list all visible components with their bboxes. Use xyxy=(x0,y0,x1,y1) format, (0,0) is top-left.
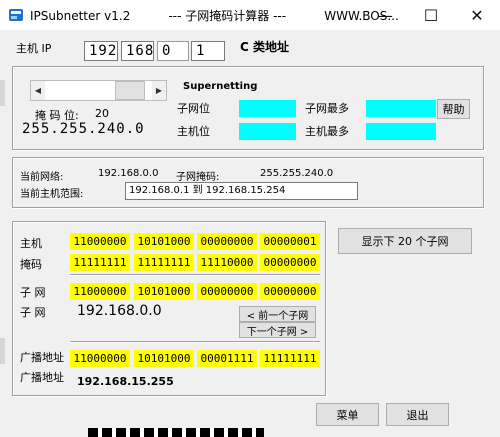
max-hosts-label: 主机最多 xyxy=(305,125,349,138)
host-binary-label: 主机 xyxy=(20,237,42,250)
subnet-mask-display: 255.255.240.0 xyxy=(22,121,145,137)
show-next-subnets-button[interactable]: 显示下 20 个子网 xyxy=(338,228,472,254)
slider-thumb[interactable] xyxy=(115,81,145,100)
max-subnets-field xyxy=(366,100,436,117)
broadcast-bits-octet-2: 10101000 xyxy=(134,350,194,367)
address-class-label: C 类地址 xyxy=(240,40,289,54)
subnet-bits-octet-3: 00000000 xyxy=(197,283,257,300)
mask-bits-octet-1: 11111111 xyxy=(70,254,130,271)
prev-subnet-button[interactable]: < 前一个子网 xyxy=(239,306,316,322)
host-range-field[interactable]: 192.168.0.1 到 192.168.15.254 xyxy=(125,182,358,200)
exit-button[interactable]: 退出 xyxy=(386,403,449,426)
background-window-edge xyxy=(0,338,5,364)
scroll-left-icon[interactable]: ◀ xyxy=(31,81,45,100)
ip-octet-2[interactable]: 168 xyxy=(121,41,154,61)
mask-bits-slider[interactable]: ◀ ▶ xyxy=(30,80,167,101)
subnet-address-label: 子 网 xyxy=(20,306,46,319)
title-bar: IPSubnetter v1.2 --- 子网掩码计算器 --- WWW.BOS… xyxy=(0,0,500,30)
supernetting-header: Supernetting xyxy=(183,81,258,92)
mask-bits-octet-3: 11110000 xyxy=(197,254,257,271)
minimize-icon[interactable]: — xyxy=(362,0,408,30)
current-network-label: 当前网络: xyxy=(20,172,64,183)
scroll-right-icon[interactable]: ▶ xyxy=(152,81,166,100)
broadcast-bits-octet-3: 00001111 xyxy=(197,350,257,367)
maximize-icon[interactable]: ☐ xyxy=(408,0,454,30)
current-network-value: 192.168.0.0 xyxy=(98,168,159,179)
subnet-bits-octet-1: 11000000 xyxy=(70,283,130,300)
app-icon xyxy=(9,9,23,21)
broadcast-bits-octet-4: 11111111 xyxy=(260,350,320,367)
menu-button[interactable]: 菜单 xyxy=(316,403,379,426)
separator xyxy=(70,341,320,343)
window-title: IPSubnetter v1.2 --- 子网掩码计算器 --- WWW.BOS… xyxy=(30,9,399,23)
host-range-label: 当前主机范围: xyxy=(20,189,84,200)
host-bits-octet-4: 00000001 xyxy=(260,233,320,250)
subnet-mask-label: 子网掩码: xyxy=(176,172,220,183)
next-subnet-button[interactable]: 下一个子网 > xyxy=(239,322,316,338)
help-button[interactable]: 帮助 xyxy=(437,99,470,119)
mask-bits-octet-2: 11111111 xyxy=(134,254,194,271)
ip-octet-4[interactable]: 1 xyxy=(191,41,225,61)
subnet-address-value: 192.168.0.0 xyxy=(77,303,162,319)
subnet-mask-value: 255.255.240.0 xyxy=(260,168,334,179)
mask-binary-label: 掩码 xyxy=(20,258,42,271)
background-window-fragment xyxy=(88,428,264,437)
mask-bits-octet-4: 00000000 xyxy=(260,254,320,271)
broadcast-address-value: 192.168.15.255 xyxy=(77,375,174,388)
max-subnets-label: 子网最多 xyxy=(305,102,349,115)
ip-octet-3[interactable]: 0 xyxy=(157,41,189,61)
background-window-edge xyxy=(0,80,5,106)
host-bits-label: 主机位 xyxy=(177,125,210,138)
broadcast-address-label: 广播地址 xyxy=(20,371,64,384)
max-hosts-field xyxy=(366,123,436,140)
subnet-bits-octet-4: 00000000 xyxy=(260,283,320,300)
broadcast-binary-label: 广播地址 xyxy=(20,351,64,364)
subnet-bits-octet-2: 10101000 xyxy=(134,283,194,300)
ip-octet-1[interactable]: 192 xyxy=(84,41,118,61)
host-bits-octet-1: 11000000 xyxy=(70,233,130,250)
subnet-bits-label: 子网位 xyxy=(177,102,210,115)
host-ip-label: 主机 IP xyxy=(16,42,52,55)
close-icon[interactable]: ✕ xyxy=(454,0,500,30)
mask-bits-value: 20 xyxy=(95,107,109,120)
host-bits-field xyxy=(239,123,296,140)
subnet-binary-label: 子 网 xyxy=(20,286,46,299)
host-bits-octet-3: 00000000 xyxy=(197,233,257,250)
broadcast-bits-octet-1: 11000000 xyxy=(70,350,130,367)
host-bits-octet-2: 10101000 xyxy=(134,233,194,250)
subnet-bits-field xyxy=(239,100,296,117)
separator xyxy=(70,274,320,276)
